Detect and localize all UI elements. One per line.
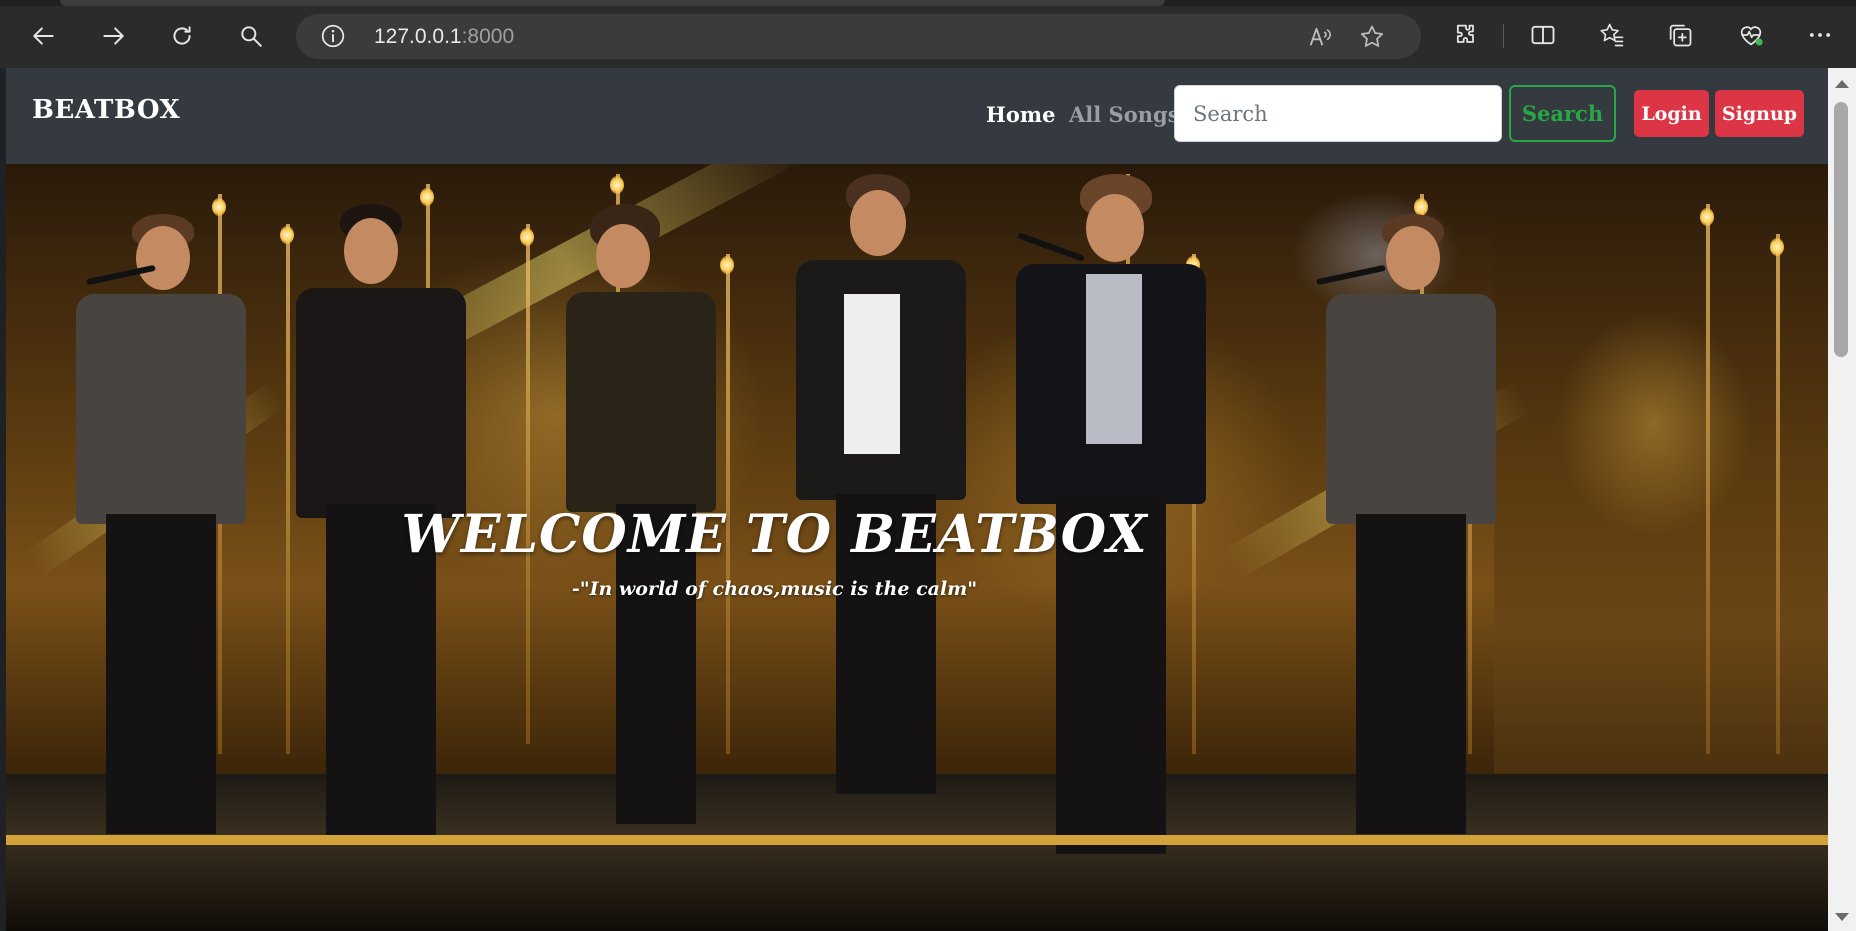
settings-more-button[interactable] xyxy=(1803,18,1837,52)
more-dots-icon xyxy=(1809,33,1831,37)
stage-pole xyxy=(526,224,530,744)
page-viewport: BEATBOX Home All Songs Search Search Log… xyxy=(6,68,1828,931)
login-button[interactable]: Login xyxy=(1634,90,1709,137)
refresh-icon xyxy=(173,26,191,45)
site-navbar: BEATBOX Home All Songs Search Search Log… xyxy=(6,68,1828,164)
favorites-button[interactable] xyxy=(1595,18,1629,52)
next-section-edge xyxy=(6,835,1828,845)
favorites-list-icon xyxy=(1600,23,1624,47)
nav-all-songs-link[interactable]: All Songs xyxy=(1069,102,1180,127)
refresh-button[interactable] xyxy=(162,16,202,56)
forward-button[interactable] xyxy=(93,16,133,56)
site-info-icon[interactable] xyxy=(320,23,346,49)
browser-toolbar: 127.0.0.1:8000 xyxy=(0,0,1856,68)
split-screen-button[interactable] xyxy=(1526,18,1560,52)
active-tab-edge[interactable] xyxy=(60,0,1165,6)
hero-banner: WELCOME TO BEATBOX -"In world of chaos,m… xyxy=(6,164,1828,931)
browser-essentials-button[interactable] xyxy=(1734,18,1768,52)
collections-icon xyxy=(1669,24,1692,47)
search-tab-button[interactable] xyxy=(231,16,271,56)
scroll-down-arrow-icon[interactable] xyxy=(1835,913,1849,921)
puzzle-icon xyxy=(1456,24,1474,43)
url-host: 127.0.0.1 xyxy=(374,25,462,48)
nav-home-link[interactable]: Home xyxy=(986,102,1055,127)
address-bar[interactable]: 127.0.0.1:8000 xyxy=(296,14,1421,59)
scrollbar-thumb[interactable] xyxy=(1834,102,1848,357)
site-brand[interactable]: BEATBOX xyxy=(32,95,180,125)
stage-bulb xyxy=(280,226,294,244)
search-input[interactable]: Search xyxy=(1174,85,1502,142)
toolbar-divider xyxy=(1503,24,1504,48)
read-aloud-icon[interactable] xyxy=(1306,23,1334,51)
page-scrollbar[interactable] xyxy=(1828,68,1856,931)
tab-strip xyxy=(0,0,1856,6)
stage-bulb xyxy=(520,228,534,246)
back-arrow-icon xyxy=(33,27,54,45)
url-port: :8000 xyxy=(461,25,515,48)
search-placeholder: Search xyxy=(1193,101,1268,126)
search-button[interactable]: Search xyxy=(1509,85,1616,142)
stage-bulb xyxy=(610,176,624,194)
signup-button[interactable]: Signup xyxy=(1715,90,1804,137)
url-text[interactable]: 127.0.0.1:8000 xyxy=(374,25,514,49)
hero-title: WELCOME TO BEATBOX xyxy=(401,504,1148,565)
hero-quote: -"In world of chaos,music is the calm" xyxy=(571,578,978,600)
scroll-up-arrow-icon[interactable] xyxy=(1835,80,1849,88)
heart-pulse-icon xyxy=(1740,26,1763,46)
extensions-button[interactable] xyxy=(1449,18,1483,52)
forward-arrow-icon xyxy=(103,27,124,45)
back-button[interactable] xyxy=(24,16,64,56)
stage-bulb xyxy=(1770,238,1784,256)
stage-pole xyxy=(1706,204,1710,754)
stage-bulb xyxy=(1700,208,1714,226)
search-icon xyxy=(241,26,262,47)
favorite-star-icon[interactable] xyxy=(1358,23,1386,51)
split-screen-icon xyxy=(1531,25,1555,45)
stage-pole xyxy=(286,224,290,754)
stage-pole xyxy=(1776,234,1780,754)
collections-button[interactable] xyxy=(1663,18,1697,52)
